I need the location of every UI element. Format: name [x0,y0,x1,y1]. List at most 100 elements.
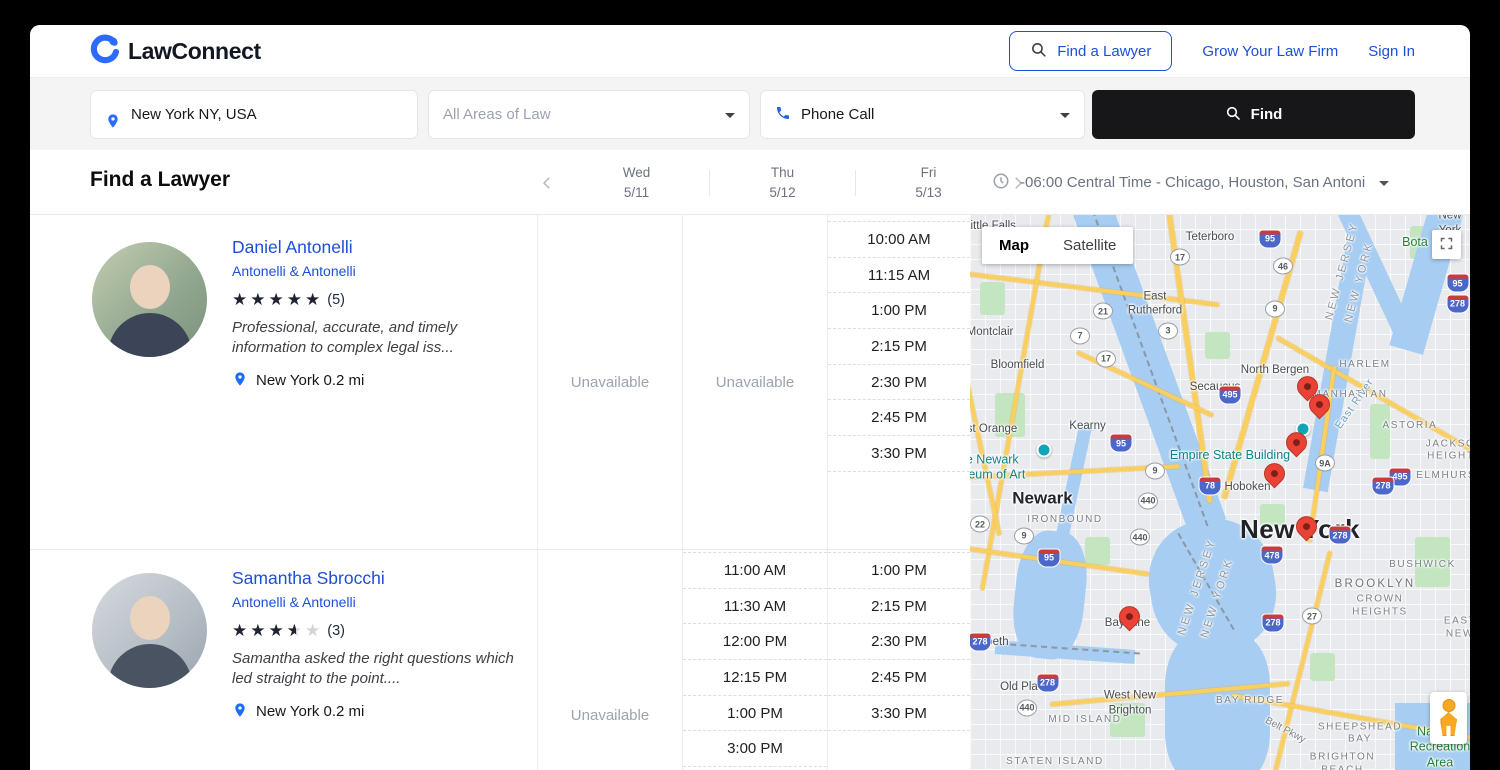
road-shield: 440 [1138,492,1158,509]
map-marker-pin-body [1305,390,1335,420]
road-shield: 21 [1093,303,1113,320]
lawconnect-logo-icon [90,34,120,69]
map-view-button[interactable]: Map [982,227,1046,264]
previous-days-button[interactable] [530,166,564,200]
map-label: Teterboro [1186,230,1235,244]
map-label: Newark [1012,487,1072,508]
lawyer-avatar[interactable] [92,573,207,688]
day-column-header-thu: Thu 5/12 [710,163,855,202]
timezone-label: -06:00 Central Time - Chicago, Houston, … [1020,174,1365,191]
map-marker-pin[interactable] [1295,514,1319,540]
lawyer-distance: New York 0.2 mi [256,372,364,389]
map-label: Bloomfield [991,358,1045,372]
lawconnect-logo[interactable]: LawConnect [90,34,261,69]
map-marker-pin[interactable] [1263,461,1287,487]
map-marker-pin-body [1292,512,1322,542]
time-slot-button[interactable]: 11:15 AM [828,258,970,294]
time-slot-button[interactable]: 11:00 AM [683,553,827,589]
lawyer-firm-link[interactable]: Antonelli & Antonelli [232,594,356,610]
map-marker-pin[interactable] [1308,392,1332,418]
road-shield: 17 [1096,350,1116,367]
road-shield: 278 [1329,526,1352,545]
app-window: LawConnect Find a Lawyer Grow Your Law F… [30,25,1470,770]
map-label: East Rutherford [1128,289,1182,318]
lawyer-name-link[interactable]: Daniel Antonelli [232,237,353,258]
time-slot-button[interactable]: 1:00 PM [828,553,970,589]
review-snippet: Professional, accurate, and timely infor… [232,318,517,359]
nav-grow-your-law-firm-link[interactable]: Grow Your Law Firm [1202,43,1338,60]
satellite-view-button[interactable]: Satellite [1046,227,1133,264]
road-shield: 278 [1036,673,1059,692]
map-label: BRIGHTON BEACH [1310,752,1375,770]
lawyer-list: Daniel Antonelli Antonelli & Antonelli ★… [30,215,970,770]
lawyer-avatar[interactable] [92,242,207,357]
time-slot-button[interactable]: 12:15 PM [683,660,827,696]
availability-wed: Unavailable [537,215,682,549]
lawyer-firm-link[interactable]: Antonelli & Antonelli [232,263,356,279]
rating-count: (5) [327,292,345,308]
time-slot-button[interactable]: 3:00 PM [683,731,827,767]
map-marker-pin[interactable] [1285,430,1309,456]
results-content: Daniel Antonelli Antonelli & Antonelli ★… [30,215,1470,770]
search-icon [1030,41,1047,62]
road-shield: 9 [1265,300,1285,317]
brand-name: LawConnect [128,38,261,65]
map-type-control: Map Satellite [982,227,1133,264]
day-column-header-wed: Wed 5/11 [564,163,709,202]
star-icon: ★ [269,621,285,641]
map-label: Montclair [970,324,1013,338]
availability-thu: Unavailable [682,215,827,549]
map-label: JACKSON HEIGHTS [1426,438,1470,463]
fullscreen-button[interactable] [1432,230,1461,259]
time-slot-button[interactable]: 12:00 PM [683,624,827,660]
nav-find-a-lawyer-label: Find a Lawyer [1057,43,1151,60]
time-slot-button[interactable]: 1:00 PM [683,696,827,732]
time-slot-button[interactable]: 2:30 PM [828,365,970,401]
areas-of-law-select[interactable]: All Areas of Law [428,90,750,139]
time-slot-button[interactable]: 10:00 AM [828,222,970,258]
pegman-icon [1440,700,1458,736]
unavailable-label: Unavailable [683,215,827,549]
map-shape [1310,653,1335,681]
road-shield: 440 [1130,529,1150,546]
map-label: STATEN ISLAND [1006,755,1104,768]
star-icon: ★ [269,290,285,310]
map-label: ASTORIA [1383,420,1438,433]
time-slot-button[interactable]: 2:30 PM [828,624,970,660]
pegman-control[interactable] [1430,692,1467,744]
road-shield: 278 [970,632,992,651]
nav-sign-in-link[interactable]: Sign In [1368,43,1415,60]
availability-thu: 11:00 AM11:30 AM12:00 PM12:15 PM1:00 PM3… [682,550,827,770]
road-shield: 278 [1262,613,1285,632]
find-button[interactable]: Find [1092,90,1415,139]
map-label: East Orange [970,421,1017,435]
time-slot-button[interactable]: 2:15 PM [828,589,970,625]
time-slot-button[interactable]: 2:45 PM [828,400,970,436]
time-slot-button[interactable]: 3:30 PM [828,696,970,732]
time-slot-button[interactable]: 2:15 PM [828,329,970,365]
time-slot-button[interactable]: 1:00 PM [828,293,970,329]
location-input[interactable]: New York NY, USA [90,90,418,139]
nav-find-a-lawyer-button[interactable]: Find a Lawyer [1009,31,1172,71]
road-shield: 3 [1158,322,1178,339]
nav-actions: Find a Lawyer Grow Your Law Firm Sign In [1009,31,1415,71]
map-label: IRONBOUND [1027,514,1103,527]
star-icon: ★ [287,290,303,310]
map-shape [1205,332,1230,360]
map-label: Kearny [1069,419,1105,433]
availability-wed: Unavailable [537,550,682,770]
time-slot-button[interactable]: 2:45 PM [828,660,970,696]
map-label: EAST NEW [1444,616,1470,641]
timezone-selector[interactable]: -06:00 Central Time - Chicago, Houston, … [992,150,1389,215]
lawyer-name-link[interactable]: Samantha Sbrocchi [232,568,385,589]
map-marker-pin-body [1282,428,1312,458]
time-slot-button[interactable]: 3:30 PM [828,436,970,472]
time-slot-button[interactable]: 11:30 AM [683,589,827,625]
map-marker-pin[interactable] [1118,604,1142,630]
map-canvas[interactable]: Map Satellite Little FallsTeterboroNew Y… [970,215,1470,770]
poi-icon[interactable] [1037,442,1052,457]
contact-method-select[interactable]: Phone Call [760,90,1085,139]
day-column-header-fri: Fri 5/13 [856,163,1001,202]
chevron-down-icon [725,113,735,123]
search-bar: New York NY, USA All Areas of Law Phone … [30,78,1470,150]
